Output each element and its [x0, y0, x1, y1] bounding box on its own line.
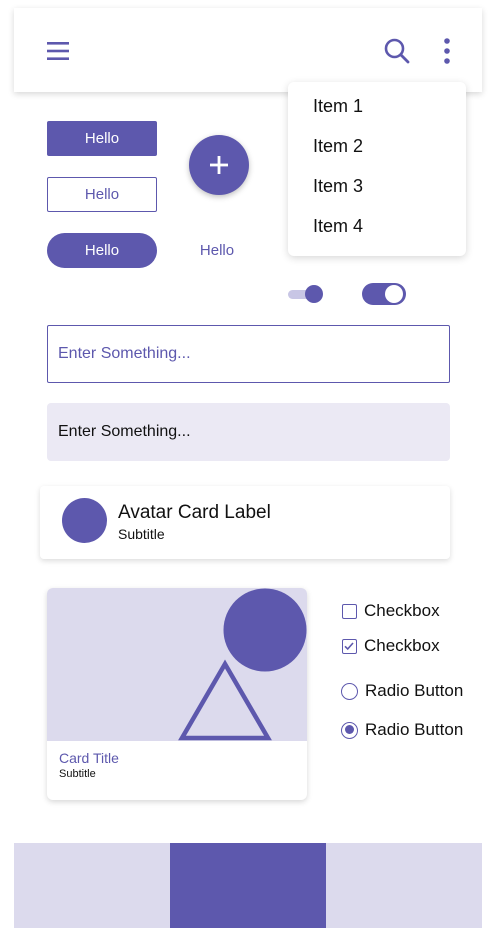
- switch-thumb: [305, 285, 323, 303]
- text-button[interactable]: Hello: [180, 233, 254, 268]
- radio-selected[interactable]: [341, 721, 358, 739]
- more-options-button[interactable]: [435, 34, 459, 68]
- radio-dot: [344, 725, 354, 734]
- triangle-outline-shape: [178, 659, 272, 741]
- menu-item-3[interactable]: Item 3: [313, 175, 363, 197]
- menu-item-2[interactable]: Item 2: [313, 135, 363, 157]
- outlined-button[interactable]: Hello: [47, 177, 157, 212]
- bottom-nav-item-2[interactable]: [170, 843, 326, 928]
- card-subtitle: Subtitle: [59, 768, 96, 780]
- filled-button[interactable]: Hello: [47, 121, 157, 156]
- bottom-navigation: [14, 843, 482, 928]
- hamburger-menu-button[interactable]: [42, 36, 74, 66]
- checkbox-checked[interactable]: [342, 638, 357, 654]
- hamburger-icon: [47, 42, 69, 60]
- avatar-card[interactable]: Avatar Card Label Subtitle: [40, 486, 450, 559]
- more-vertical-icon: [444, 38, 450, 64]
- shapes-illustration: [178, 588, 307, 741]
- avatar-card-title: Avatar Card Label: [118, 502, 271, 523]
- menu-item-1[interactable]: Item 1: [313, 95, 363, 117]
- radio-label: Radio Button: [365, 681, 464, 700]
- radio-row[interactable]: Radio Button: [341, 681, 463, 701]
- radio-unselected[interactable]: [341, 682, 358, 700]
- floating-action-button[interactable]: [189, 135, 249, 195]
- overflow-menu: Item 1 Item 2 Item 3 Item 4: [288, 82, 466, 256]
- menu-item-4[interactable]: Item 4: [313, 215, 363, 237]
- check-icon: [344, 641, 354, 650]
- checkbox-unchecked[interactable]: [342, 603, 357, 619]
- card-title: Card Title: [59, 750, 119, 766]
- checkbox-row[interactable]: Checkbox: [342, 636, 440, 656]
- card-media: [47, 588, 307, 741]
- filled-text-field[interactable]: [47, 403, 450, 461]
- avatar-card-subtitle: Subtitle: [118, 526, 165, 542]
- switch-toggle[interactable]: [362, 283, 406, 305]
- checkbox-label: Checkbox: [364, 636, 440, 655]
- radio-row[interactable]: Radio Button: [341, 720, 463, 740]
- bottom-nav-item-1[interactable]: [14, 843, 170, 928]
- rounded-button[interactable]: Hello: [47, 233, 157, 268]
- switch-thumb: [385, 285, 403, 303]
- top-app-bar: [14, 8, 482, 92]
- radio-label: Radio Button: [365, 720, 464, 739]
- media-card[interactable]: Card Title Subtitle: [47, 588, 307, 800]
- bottom-nav-item-3[interactable]: [326, 843, 482, 928]
- switch-compact[interactable]: [286, 284, 326, 304]
- circle-shape: [223, 588, 307, 672]
- checkbox-label: Checkbox: [364, 601, 440, 620]
- checkbox-row[interactable]: Checkbox: [342, 601, 440, 621]
- outlined-text-field[interactable]: [47, 325, 450, 383]
- avatar: [62, 498, 107, 543]
- search-button[interactable]: [380, 34, 414, 68]
- search-icon: [384, 38, 410, 64]
- plus-icon: [210, 156, 228, 174]
